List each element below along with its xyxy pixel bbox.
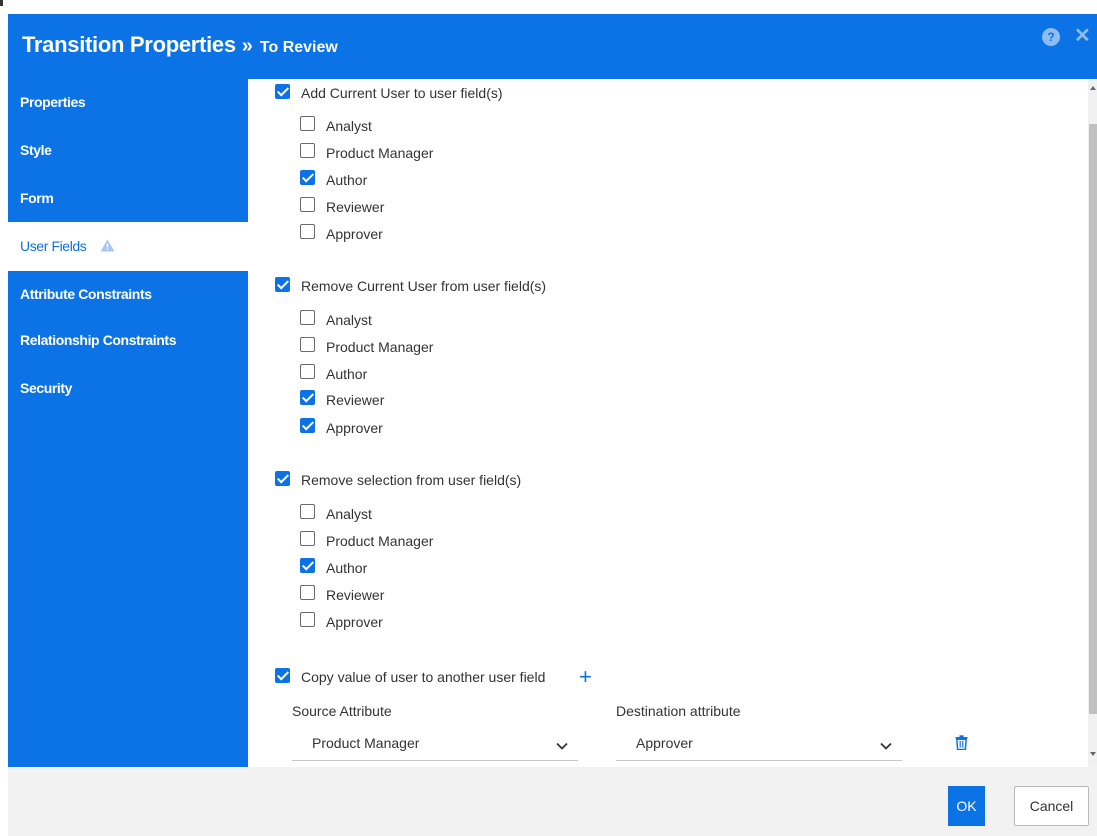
trash-icon[interactable]	[955, 735, 968, 755]
sidebar-item-label: Form	[20, 190, 54, 206]
option-label: Product Manager	[326, 339, 434, 355]
remove-current-user-checkbox[interactable]	[275, 277, 290, 292]
remove-product-manager-checkbox[interactable]	[300, 337, 315, 352]
remove-reviewer-checkbox[interactable]	[300, 390, 315, 405]
sidebar-item-style[interactable]: Style	[8, 127, 248, 173]
option-label: Approver	[326, 226, 383, 242]
scrollbar-thumb[interactable]	[1089, 124, 1097, 714]
add-current-user-label: Add Current User to user field(s)	[301, 85, 503, 101]
source-attribute-label: Source Attribute	[292, 703, 392, 719]
sidebar-item-form[interactable]: Form	[8, 175, 248, 221]
option-label: Analyst	[326, 312, 372, 328]
ok-button[interactable]: OK	[948, 786, 985, 826]
option-label: Analyst	[326, 506, 372, 522]
chevron-down-icon	[556, 737, 568, 753]
option-label: Author	[326, 560, 368, 576]
destination-attribute-label: Destination attribute	[616, 703, 741, 719]
scroll-up-arrow-icon[interactable]	[1090, 86, 1096, 90]
selection-reviewer-checkbox[interactable]	[300, 585, 315, 600]
source-attribute-select[interactable]: Product Manager	[292, 725, 578, 761]
dialog-footer	[8, 767, 1097, 836]
dialog-title-main: Transition Properties	[22, 32, 236, 57]
sidebar-item-label: Attribute Constraints	[20, 286, 152, 302]
add-reviewer-checkbox[interactable]	[300, 197, 315, 212]
add-analyst-checkbox[interactable]	[300, 116, 315, 131]
add-author-checkbox[interactable]	[300, 170, 315, 185]
remove-selection-label: Remove selection from user field(s)	[301, 472, 522, 488]
option-label: Product Manager	[326, 145, 434, 161]
option-label: Reviewer	[326, 199, 385, 215]
sidebar-item-security[interactable]: Security	[8, 365, 248, 411]
remove-author-checkbox[interactable]	[300, 364, 315, 379]
remove-approver-checkbox[interactable]	[300, 418, 315, 433]
sidebar-item-label: Style	[20, 142, 52, 158]
remove-analyst-checkbox[interactable]	[300, 310, 315, 325]
selection-product-manager-checkbox[interactable]	[300, 531, 315, 546]
source-attribute-value: Product Manager	[312, 735, 420, 751]
dialog-subtitle: To Review	[259, 39, 338, 56]
copy-value-checkbox[interactable]	[275, 668, 290, 683]
scroll-down-arrow-icon[interactable]	[1090, 752, 1096, 756]
option-label: Analyst	[326, 118, 372, 134]
warning-icon	[100, 223, 115, 272]
selection-approver-checkbox[interactable]	[300, 612, 315, 627]
option-label: Author	[326, 366, 368, 382]
title-separator: »	[241, 35, 253, 57]
option-label: Reviewer	[326, 392, 385, 408]
option-label: Product Manager	[326, 533, 434, 549]
corner-mark	[0, 0, 3, 6]
plus-icon[interactable]: +	[579, 666, 592, 688]
dialog-titlebar: Transition Properties » To Review	[8, 14, 1097, 79]
sidebar-item-attribute-constraints[interactable]: Attribute Constraints	[8, 271, 248, 317]
selection-analyst-checkbox[interactable]	[300, 504, 315, 519]
sidebar-item-properties[interactable]: Properties	[8, 79, 248, 125]
destination-attribute-value: Approver	[636, 735, 693, 751]
sidebar-item-relationship-constraints[interactable]: Relationship Constraints	[8, 317, 248, 363]
sidebar-item-label: User Fields	[20, 238, 87, 254]
remove-current-user-label: Remove Current User from user field(s)	[301, 278, 547, 294]
dialog-title: Transition Properties » To Review	[22, 32, 338, 58]
cancel-button[interactable]: Cancel	[1014, 786, 1089, 826]
option-label: Approver	[326, 420, 383, 436]
add-approver-checkbox[interactable]	[300, 224, 315, 239]
help-icon[interactable]: ?	[1042, 28, 1060, 46]
sidebar-item-label: Properties	[20, 94, 86, 110]
close-icon[interactable]: ✕	[1074, 24, 1091, 48]
user-fields-panel: Add Current User to user field(s) Analys…	[248, 79, 1088, 767]
destination-attribute-select[interactable]: Approver	[616, 725, 902, 761]
sidebar-item-label: Relationship Constraints	[20, 332, 177, 348]
copy-value-label: Copy value of user to another user field	[301, 669, 546, 685]
add-product-manager-checkbox[interactable]	[300, 143, 315, 158]
sidebar-item-user-fields[interactable]: User Fields	[8, 222, 248, 271]
selection-author-checkbox[interactable]	[300, 558, 315, 573]
option-label: Approver	[326, 614, 383, 630]
add-current-user-checkbox[interactable]	[275, 84, 290, 99]
sidebar: Properties Style Form User Fields Attrib…	[8, 79, 248, 767]
option-label: Author	[326, 172, 368, 188]
chevron-down-icon	[880, 737, 892, 753]
option-label: Reviewer	[326, 587, 385, 603]
remove-selection-checkbox[interactable]	[275, 471, 290, 486]
sidebar-item-label: Security	[20, 380, 73, 396]
